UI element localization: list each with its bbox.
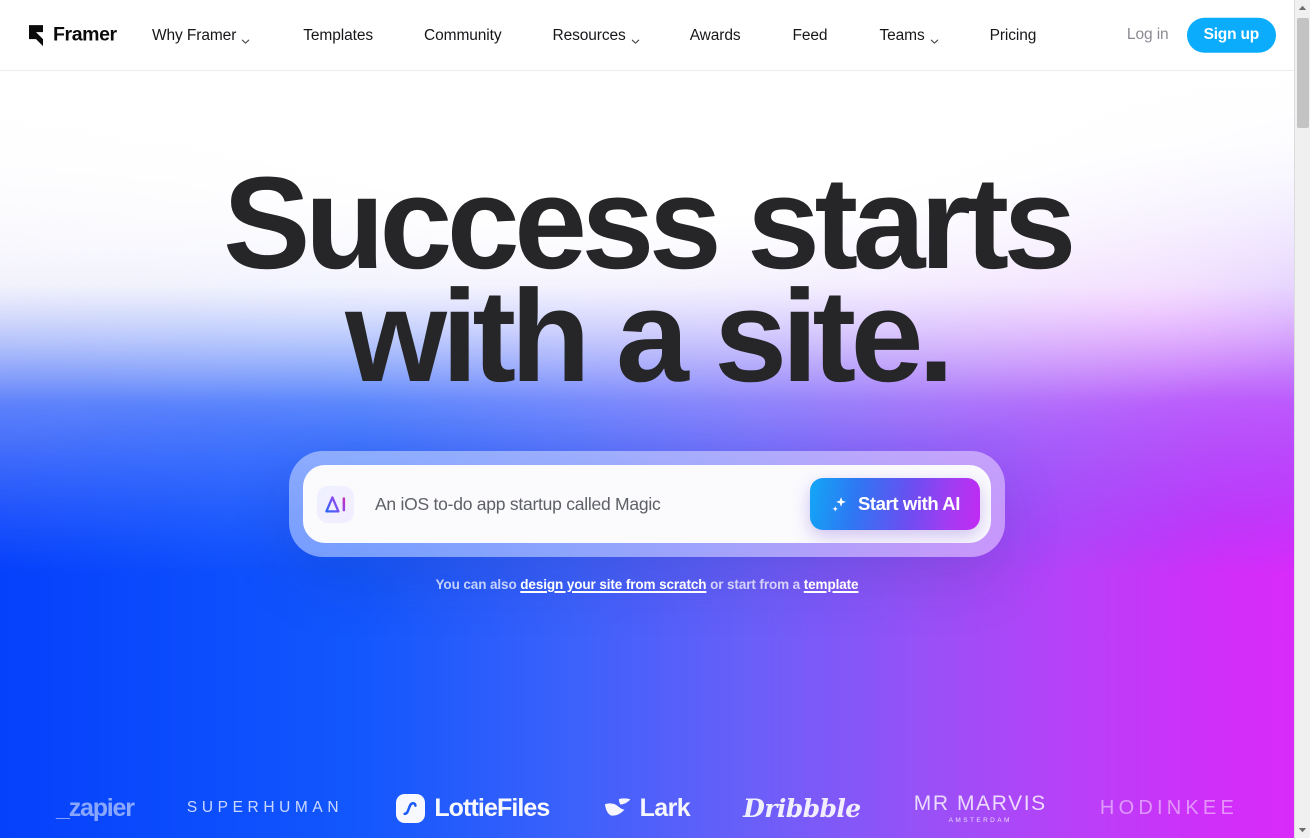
logo-zapier: _zapier — [56, 793, 135, 823]
logo-lottiefiles-label: LottieFiles — [434, 793, 550, 822]
chevron-down-icon — [241, 33, 250, 44]
nav-item-awards[interactable]: Awards — [690, 0, 741, 71]
nav-item-label: Pricing — [989, 26, 1037, 44]
design-from-scratch-link[interactable]: design your site from scratch — [520, 577, 706, 592]
framer-wordmark: Framer — [53, 23, 117, 46]
logo-mr-marvis-sublabel: AMSTERDAM — [948, 817, 1012, 824]
chevron-down-icon — [631, 33, 640, 44]
browser-viewport: Framer Why Framer Templates Community Re… — [0, 0, 1294, 838]
subline-prefix: You can also — [435, 577, 521, 592]
log-in-link[interactable]: Log in — [1127, 26, 1169, 44]
sparkle-icon — [830, 495, 849, 514]
nav-item-why-framer[interactable]: Why Framer — [152, 0, 250, 71]
nav-item-label: Templates — [303, 26, 374, 44]
logo-lark-label: Lark — [639, 793, 691, 822]
nav-item-label: Resources — [552, 26, 626, 44]
ai-badge-icon — [317, 485, 354, 523]
nav-actions-group: Log in Sign up — [1127, 17, 1276, 53]
nav-item-label: Teams — [879, 26, 925, 44]
main-navigation-bar: Framer Why Framer Templates Community Re… — [0, 0, 1294, 71]
scroll-up-arrow-icon[interactable] — [1295, 0, 1310, 16]
page-title: Success starts with a site. — [0, 157, 1294, 409]
nav-item-teams[interactable]: Teams — [879, 0, 938, 71]
lottiefiles-mark-icon — [396, 793, 426, 823]
nav-item-templates[interactable]: Templates — [303, 0, 373, 71]
logo-mr-marvis-label: MR MARVIS — [913, 792, 1047, 815]
nav-links-group: Why Framer Templates Community Resources… — [152, 0, 1036, 71]
ai-prompt-input[interactable] — [375, 493, 810, 515]
logo-lottiefiles: LottieFiles — [396, 793, 550, 823]
framer-brand-link[interactable]: Framer — [28, 24, 117, 47]
scrollbar-thumb[interactable] — [1297, 18, 1309, 128]
chevron-down-icon — [930, 33, 939, 44]
vertical-scrollbar[interactable] — [1294, 0, 1310, 838]
logo-hodinkee: HODINKEE — [1100, 797, 1238, 820]
nav-item-pricing[interactable]: Pricing — [990, 0, 1037, 71]
nav-item-feed[interactable]: Feed — [793, 0, 828, 71]
nav-item-label: Community — [424, 26, 502, 44]
sign-up-button[interactable]: Sign up — [1186, 17, 1276, 53]
nav-item-resources[interactable]: Resources — [553, 0, 640, 71]
headline-line-2: with a site. — [345, 261, 954, 409]
logo-lark: Lark — [603, 793, 691, 823]
alternative-actions-text: You can also design your site from scrat… — [289, 577, 1005, 592]
logo-dribbble-label: Dribbble — [743, 793, 861, 823]
logo-dribbble: Dribbble — [743, 793, 861, 823]
customer-logo-strip: _zapier SUPERHUMAN LottieFiles Lark Drib… — [0, 792, 1294, 824]
ai-prompt-area: Start with AI You can also design your s… — [289, 451, 1005, 592]
hero-section: Success starts with a site. An iOS to-do… — [0, 71, 1294, 838]
logo-zapier-label: _zapier — [56, 793, 135, 822]
nav-item-label: Why Framer — [152, 26, 237, 44]
logo-hodinkee-label: HODINKEE — [1099, 796, 1238, 819]
logo-superhuman: SUPERHUMAN — [187, 799, 343, 817]
logo-superhuman-label: SUPERHUMAN — [186, 799, 344, 816]
nav-item-label: Feed — [792, 26, 828, 44]
logo-mr-marvis: MR MARVIS AMSTERDAM — [914, 792, 1047, 824]
start-with-ai-button[interactable]: Start with AI — [809, 478, 980, 530]
start-with-ai-label: Start with AI — [857, 493, 960, 514]
scroll-down-arrow-icon[interactable] — [1295, 822, 1310, 838]
template-link[interactable]: template — [804, 577, 859, 592]
nav-item-label: Awards — [689, 26, 741, 44]
ai-prompt-card-frame: Start with AI — [289, 451, 1005, 557]
framer-logo-icon — [28, 24, 44, 46]
lark-mark-icon — [603, 795, 632, 822]
ai-prompt-card[interactable]: Start with AI — [303, 465, 991, 543]
subline-middle: or start from a — [706, 577, 804, 592]
nav-item-community[interactable]: Community — [424, 0, 502, 71]
